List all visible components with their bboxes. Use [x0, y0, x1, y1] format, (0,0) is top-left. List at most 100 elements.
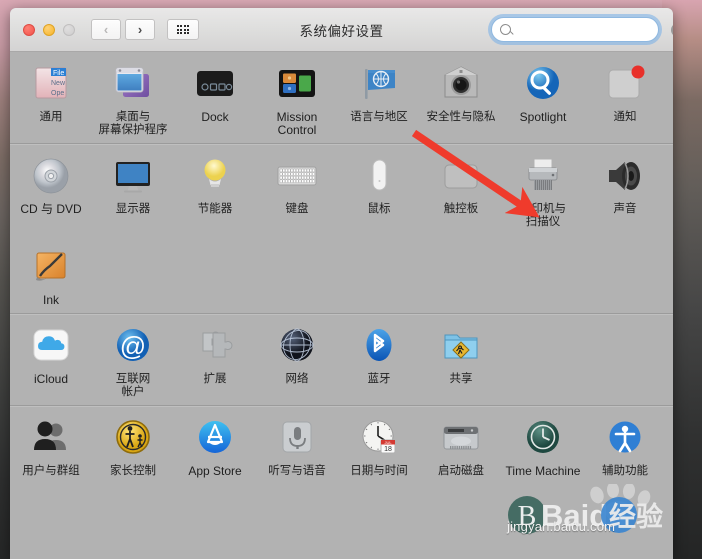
pane-icon-wrap — [420, 152, 502, 200]
pane-icon-wrap — [338, 322, 420, 370]
pane-icon-wrap — [256, 152, 338, 200]
pane-row: iCloud @ 互联网 帐户 扩展 网络 蓝牙 共享 — [10, 314, 673, 405]
grid-dots-icon — [176, 24, 190, 35]
pref-pane-desktop-saver[interactable]: 桌面与 屏幕保护程序 — [92, 52, 174, 143]
pref-pane-mouse[interactable]: 鼠标 — [338, 144, 420, 235]
pref-pane-parental-controls[interactable]: 家长控制 — [92, 406, 174, 484]
chevron-left-icon: ‹ — [103, 22, 109, 37]
pref-pane-security-privacy[interactable]: 安全性与隐私 — [420, 52, 502, 143]
pane-icon-wrap — [584, 152, 666, 200]
pane-label: 共享 — [449, 373, 473, 385]
pane-label: 语言与地区 — [350, 111, 408, 123]
search-field[interactable]: ✕ — [491, 17, 673, 42]
pref-pane-internet-accounts[interactable]: @ 互联网 帐户 — [92, 314, 174, 405]
cd-dvd-icon — [33, 158, 69, 194]
forward-button[interactable]: › — [125, 19, 155, 40]
pref-pane-app-store[interactable]: App Store — [174, 406, 256, 484]
pane-icon-wrap — [10, 414, 92, 462]
pane-icon-wrap — [92, 60, 174, 108]
pane-icon-wrap — [174, 414, 256, 462]
pane-icon-wrap — [174, 152, 256, 200]
pref-pane-date-time[interactable]: JUL 18 日期与时间 — [338, 406, 420, 484]
pref-pane-dock[interactable]: Dock — [174, 52, 256, 143]
pane-label: 听写与语音 — [268, 465, 326, 477]
pane-label: 节能器 — [197, 203, 233, 215]
pane-section-hardware: CD 与 DVD 显示器 节能器 键盘 鼠标 触控板 打印机与 扫描仪 声音 I… — [10, 144, 673, 314]
pref-pane-mission-control[interactable]: Mission Control — [256, 52, 338, 143]
pane-label: Time Machine — [505, 464, 581, 478]
language-region-icon — [365, 69, 395, 99]
pref-pane-cd-dvd[interactable]: CD 与 DVD — [10, 144, 92, 235]
show-all-button[interactable] — [167, 19, 199, 40]
pane-icon-wrap — [10, 322, 92, 370]
back-button[interactable]: ‹ — [91, 19, 121, 40]
pref-pane-language-region[interactable]: 语言与地区 — [338, 52, 420, 143]
pane-label: 通用 — [39, 111, 63, 123]
pane-label: 用户与群组 — [22, 465, 80, 477]
pref-pane-energy-saver[interactable]: 节能器 — [174, 144, 256, 235]
pane-icon-wrap — [92, 152, 174, 200]
pref-pane-ink[interactable]: Ink — [10, 235, 92, 313]
pref-pane-keyboard[interactable]: 键盘 — [256, 144, 338, 235]
pref-pane-dictation-speech[interactable]: 听写与语音 — [256, 406, 338, 484]
window-titlebar: ‹ › 系统偏好设置 ✕ — [10, 8, 673, 52]
pref-pane-bluetooth[interactable]: 蓝牙 — [338, 314, 420, 405]
pane-label: Spotlight — [519, 110, 567, 124]
pane-label: 启动磁盘 — [438, 465, 484, 477]
pane-icon-wrap — [10, 243, 92, 291]
pane-label: 键盘 — [285, 203, 309, 215]
security-privacy-icon — [444, 66, 478, 98]
pane-label: 辅助功能 — [602, 465, 648, 477]
pane-label: 通知 — [613, 111, 637, 123]
pane-icon-wrap — [256, 322, 338, 370]
dock-icon — [197, 71, 233, 96]
svg-text:Ope: Ope — [51, 90, 64, 97]
pane-label: 鼠标 — [367, 203, 391, 215]
pane-label: 显示器 — [115, 203, 151, 215]
pane-icon-wrap — [502, 414, 584, 462]
pref-pane-startup-disk[interactable]: 启动磁盘 — [420, 406, 502, 484]
internet-accounts-icon: @ — [117, 329, 149, 361]
pref-pane-accessibility[interactable]: 辅助功能 — [584, 406, 666, 484]
pane-label: 声音 — [613, 203, 637, 215]
pane-label: 扩展 — [203, 373, 227, 385]
pref-pane-network[interactable]: 网络 — [256, 314, 338, 405]
pref-pane-sound[interactable]: 声音 — [584, 144, 666, 235]
pref-pane-general[interactable]: File New Ope 通用 — [10, 52, 92, 143]
spotlight-icon — [527, 67, 559, 99]
pref-pane-printers-scanners[interactable]: 打印机与 扫描仪 — [502, 144, 584, 235]
system-preferences-window: ‹ › 系统偏好设置 ✕ — [10, 8, 673, 559]
pane-row: File New Ope 通用 桌面与 屏幕保护程序 Dock Mission C… — [10, 52, 673, 143]
minimize-button[interactable] — [43, 23, 55, 36]
svg-text:JUL: JUL — [384, 440, 392, 445]
accessibility-icon — [609, 421, 641, 453]
pref-pane-displays[interactable]: 显示器 — [92, 144, 174, 235]
pane-label: 桌面与 屏幕保护程序 — [98, 111, 168, 136]
pref-pane-notifications[interactable]: 通知 — [584, 52, 666, 143]
clear-search-button[interactable]: ✕ — [671, 22, 673, 37]
pref-pane-spotlight[interactable]: Spotlight — [502, 52, 584, 143]
pref-pane-time-machine[interactable]: Time Machine — [502, 406, 584, 484]
pane-icon-wrap — [92, 414, 174, 462]
pref-pane-users-groups[interactable]: 用户与群组 — [10, 406, 92, 484]
energy-saver-icon — [204, 159, 226, 190]
network-icon — [280, 328, 314, 362]
pane-icon-wrap — [10, 152, 92, 200]
chevron-right-icon: › — [137, 22, 143, 37]
zoom-button[interactable] — [63, 23, 75, 36]
desktop-saver-icon — [115, 67, 149, 97]
displays-icon — [116, 162, 150, 193]
search-input[interactable] — [516, 22, 671, 37]
pane-icon-wrap — [174, 60, 256, 108]
pref-pane-sharing[interactable]: 共享 — [420, 314, 502, 405]
pref-pane-trackpad[interactable]: 触控板 — [420, 144, 502, 235]
pref-pane-extensions[interactable]: 扩展 — [174, 314, 256, 405]
pref-pane-icloud[interactable]: iCloud — [10, 314, 92, 405]
pane-label: 互联网 帐户 — [115, 373, 151, 398]
pane-label: 家长控制 — [110, 465, 156, 477]
close-button[interactable] — [23, 23, 35, 36]
mission-control-icon — [279, 70, 315, 97]
pane-label: iCloud — [33, 372, 69, 386]
pane-icon-wrap — [502, 152, 584, 200]
pane-label: 触控板 — [443, 203, 479, 215]
